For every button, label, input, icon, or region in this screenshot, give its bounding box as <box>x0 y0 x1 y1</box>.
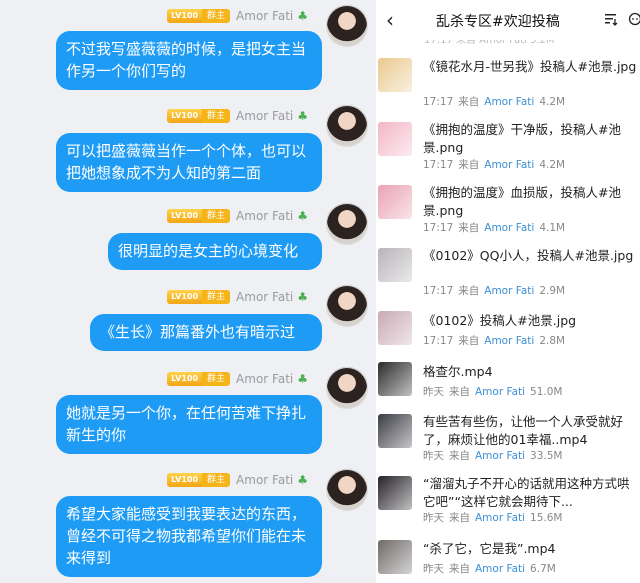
game-emoji-icon: ♣ <box>297 9 308 23</box>
avatar[interactable] <box>326 203 368 245</box>
role-badge: 群主 <box>202 209 231 223</box>
page-title: 乱杀专区#欢迎投稿 <box>436 14 560 30</box>
avatar[interactable] <box>326 105 368 147</box>
role-badge: 群主 <box>202 473 231 487</box>
file-name: 《0102》投稿人#池景.jpg <box>423 313 577 328</box>
game-emoji-icon: ♣ <box>297 209 308 223</box>
file-thumbnail <box>378 476 412 510</box>
file-thumbnail <box>378 362 412 396</box>
file-thumbnail <box>378 58 412 92</box>
file-row[interactable]: “溜溜丸子不开心的话就用这种方式哄它吧”“这样它就会期待下... 昨天 来自 Amo… <box>376 472 640 532</box>
file-name: “溜溜丸子不开心的话就用这种方式哄它吧”“这样它就会期待下... <box>423 476 630 509</box>
file-row[interactable]: “杀了它，它是我”.mp4 昨天 来自 Amor Fati 6.7M <box>376 536 640 583</box>
level-badge: LV100 <box>167 290 203 304</box>
file-row[interactable]: 有些苦有些伤，让他一个人承受就好了，麻烦让他的01幸福..mp4 昨天 来自 Amo… <box>376 410 640 470</box>
file-name: 《拥抱的温度》干净版，投稿人#池景.png <box>423 122 621 155</box>
file-thumbnail <box>378 185 412 219</box>
message-bubble[interactable]: 《生长》那篇番外也有暗示过 <box>90 314 322 351</box>
game-emoji-icon: ♣ <box>297 372 308 386</box>
file-thumbnail <box>378 414 412 448</box>
chat-panel: LV100 群主 Amor Fati ♣ 不过我写盛薇薇的时候，是把女主当作另一个你们… <box>0 0 376 583</box>
sender-name: Amor Fati <box>236 290 294 304</box>
file-name: 有些苦有些伤，让他一个人承受就好了，麻烦让他的01幸福..mp4 <box>423 414 624 447</box>
game-emoji-icon: ♣ <box>297 109 308 123</box>
avatar[interactable] <box>326 5 368 47</box>
file-info: 17:17 来自 Amor Fati 2.9M <box>423 285 566 297</box>
message-meta: LV100 群主 Amor Fati ♣ <box>167 370 308 388</box>
sender-name: Amor Fati <box>236 372 294 386</box>
file-name: 《镜花水月-世另我》投稿人#池景.jpg <box>423 59 637 74</box>
file-info: 17:17 来自 Amor Fati 2.8M <box>423 335 566 347</box>
message-bubble[interactable]: 希望大家能感受到我要表达的东西，曾经不可得之物我都希望你们能在未来得到 <box>56 496 322 577</box>
back-chevron-icon[interactable]: ‹ <box>380 8 400 32</box>
role-badge: 群主 <box>202 109 231 123</box>
files-header: ‹ 乱杀专区#欢迎投稿 <box>376 0 640 40</box>
file-info: 昨天 来自 Amor Fati 51.0M <box>423 386 563 398</box>
sender-name: Amor Fati <box>236 209 294 223</box>
more-icon[interactable] <box>628 12 640 26</box>
file-info: 17:17 来自 Amor Fati 4.2M <box>423 96 566 108</box>
file-row[interactable]: 《拥抱的温度》干净版，投稿人#池景.png 17:17 来自 Amor Fati 4.… <box>376 120 640 180</box>
file-info: 17:17 来自 Amor Fati 4.2M <box>423 159 566 171</box>
file-row[interactable]: 《0102》QQ小人，投稿人#池景.jpg 17:17 来自 Amor Fati 2.… <box>376 246 640 306</box>
file-name: 《拥抱的温度》血损版，投稿人#池景.png <box>423 185 621 218</box>
role-badge: 群主 <box>202 290 231 304</box>
file-info: 昨天 来自 Amor Fati 6.7M <box>423 563 556 575</box>
message-meta: LV100 群主 Amor Fati ♣ <box>167 288 308 306</box>
message-meta: LV100 群主 Amor Fati ♣ <box>167 471 308 489</box>
avatar[interactable] <box>326 469 368 511</box>
file-thumbnail <box>378 248 412 282</box>
file-name: “杀了它，它是我”.mp4 <box>423 541 556 556</box>
file-row[interactable]: 《拥抱的温度》血损版，投稿人#池景.png 17:17 来自 Amor Fati 4.… <box>376 183 640 243</box>
file-info: 昨天 来自 Amor Fati 33.5M <box>423 450 563 462</box>
sort-list-icon[interactable] <box>604 12 618 26</box>
message-bubble[interactable]: 可以把盛薇薇当作一个个体，也可以把她想象成不为人知的第二面 <box>56 133 322 192</box>
message-bubble[interactable]: 很明显的是女主的心境变化 <box>108 233 322 270</box>
sender-name: Amor Fati <box>236 109 294 123</box>
file-thumbnail <box>378 540 412 574</box>
message-meta: LV100 群主 Amor Fati ♣ <box>167 7 308 25</box>
role-badge: 群主 <box>202 9 231 23</box>
file-name: 格查尔.mp4 <box>423 364 493 379</box>
message-meta: LV100 群主 Amor Fati ♣ <box>167 207 308 225</box>
file-thumbnail <box>378 311 412 345</box>
avatar[interactable] <box>326 285 368 327</box>
message-bubble[interactable]: 不过我写盛薇薇的时候，是把女主当作另一个你们写的 <box>56 31 322 90</box>
level-badge: LV100 <box>167 372 203 386</box>
group-files-panel: 17:17 来自 Amor Fati 5.2M ‹ 乱杀专区#欢迎投稿 《镜花水… <box>376 0 640 583</box>
sender-name: Amor Fati <box>236 9 294 23</box>
level-badge: LV100 <box>167 109 203 123</box>
file-info: 17:17 来自 Amor Fati 4.1M <box>423 222 566 234</box>
file-info: 昨天 来自 Amor Fati 15.6M <box>423 512 563 524</box>
role-badge: 群主 <box>202 372 231 386</box>
level-badge: LV100 <box>167 9 203 23</box>
game-emoji-icon: ♣ <box>297 473 308 487</box>
level-badge: LV100 <box>167 473 203 487</box>
avatar[interactable] <box>326 367 368 409</box>
file-thumbnail <box>378 122 412 156</box>
message-bubble[interactable]: 她就是另一个你，在任何苦难下挣扎新生的你 <box>56 395 322 454</box>
file-row[interactable]: 《镜花水月-世另我》投稿人#池景.jpg 17:17 来自 Amor Fati 4.2… <box>376 56 640 116</box>
sender-name: Amor Fati <box>236 473 294 487</box>
file-name: 《0102》QQ小人，投稿人#池景.jpg <box>423 248 634 263</box>
level-badge: LV100 <box>167 209 203 223</box>
game-emoji-icon: ♣ <box>297 290 308 304</box>
message-meta: LV100 群主 Amor Fati ♣ <box>167 107 308 125</box>
